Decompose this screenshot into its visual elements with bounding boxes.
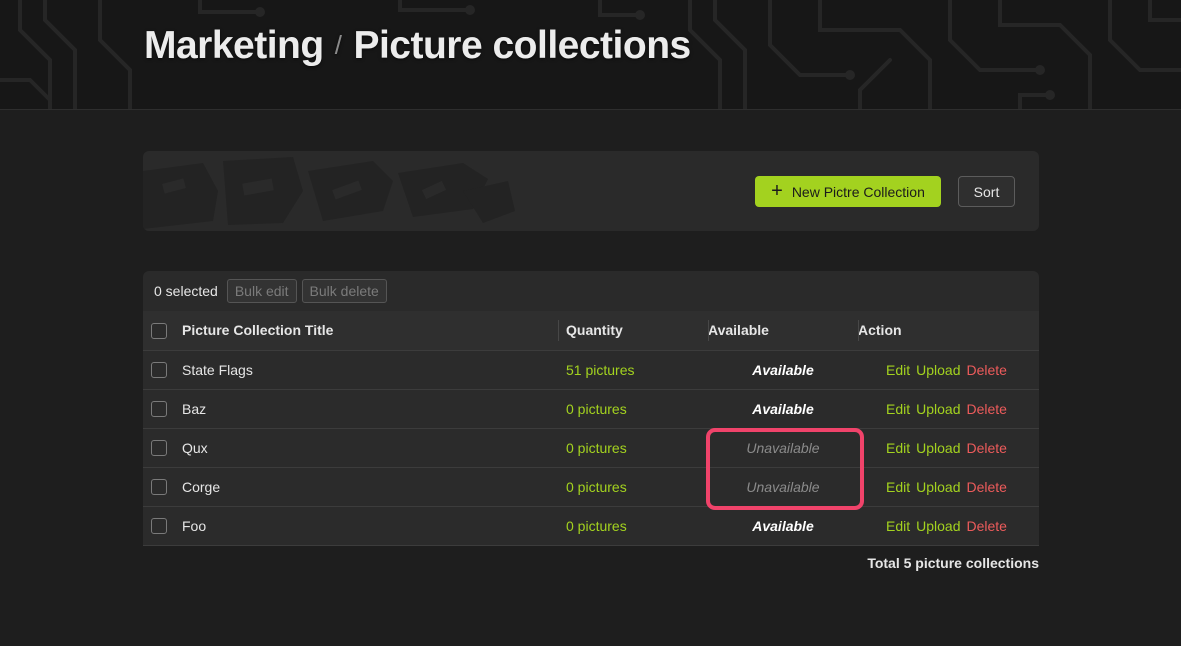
select-all-cell bbox=[143, 311, 175, 351]
table-body: State Flags 51 pictures Available Edit Uploa… bbox=[143, 350, 1039, 546]
edit-link[interactable]: Edit bbox=[886, 479, 910, 495]
table-row: Foo 0 pictures Available Edit Upload Delete bbox=[143, 506, 1039, 546]
total-count: Total 5 picture collections bbox=[867, 555, 1039, 571]
page-header: Marketing / Picture collections bbox=[0, 0, 1181, 110]
quantity-cell: 0 pictures bbox=[558, 389, 708, 429]
row-checkbox[interactable] bbox=[151, 401, 167, 418]
toolbar-card: + New Pictre Collection Sort bbox=[143, 151, 1039, 231]
quantity-link[interactable]: 0 pictures bbox=[566, 440, 627, 456]
collection-title: Foo bbox=[175, 506, 558, 546]
availability-cell: Unavailable bbox=[708, 428, 858, 468]
upload-link[interactable]: Upload bbox=[916, 362, 960, 378]
plus-icon: + bbox=[771, 179, 783, 202]
breadcrumb-parent[interactable]: Marketing bbox=[144, 24, 324, 68]
column-header-title[interactable]: Picture Collection Title bbox=[175, 311, 558, 351]
table-row: State Flags 51 pictures Available Edit Uploa… bbox=[143, 350, 1039, 390]
row-checkbox[interactable] bbox=[151, 440, 167, 457]
edit-link[interactable]: Edit bbox=[886, 362, 910, 378]
column-header-action: Action bbox=[858, 311, 1039, 351]
availability-status: Available bbox=[752, 517, 814, 534]
column-header-available[interactable]: Available bbox=[708, 311, 858, 351]
row-select-cell bbox=[143, 350, 175, 390]
action-cell: Edit Upload Delete bbox=[858, 389, 1039, 429]
edit-link[interactable]: Edit bbox=[886, 401, 910, 417]
table-header-row: Picture Collection Title Quantity Availa… bbox=[143, 311, 1039, 351]
quantity-cell: 0 pictures bbox=[558, 506, 708, 546]
sort-button[interactable]: Sort bbox=[958, 176, 1015, 207]
upload-link[interactable]: Upload bbox=[916, 479, 960, 495]
action-cell: Edit Upload Delete bbox=[858, 506, 1039, 546]
quantity-cell: 0 pictures bbox=[558, 467, 708, 507]
quantity-cell: 0 pictures bbox=[558, 428, 708, 468]
breadcrumb-separator: / bbox=[334, 30, 342, 60]
selected-count: 0 selected bbox=[154, 283, 218, 299]
bulk-edit-button[interactable]: Bulk edit bbox=[226, 279, 297, 303]
action-cell: Edit Upload Delete bbox=[858, 428, 1039, 468]
availability-cell: Available bbox=[708, 350, 858, 390]
select-all-checkbox[interactable] bbox=[151, 322, 167, 339]
row-select-cell bbox=[143, 506, 175, 546]
row-select-cell bbox=[143, 467, 175, 507]
quantity-link[interactable]: 0 pictures bbox=[566, 518, 627, 534]
row-checkbox[interactable] bbox=[151, 362, 167, 379]
delete-link[interactable]: Delete bbox=[967, 518, 1007, 534]
collections-table: Picture Collection Title Quantity Availa… bbox=[143, 311, 1039, 546]
quantity-link[interactable]: 51 pictures bbox=[566, 362, 634, 378]
page-title: Picture collections bbox=[353, 24, 691, 67]
availability-cell: Unavailable bbox=[708, 467, 858, 507]
row-select-cell bbox=[143, 389, 175, 429]
delete-link[interactable]: Delete bbox=[967, 479, 1007, 495]
quantity-link[interactable]: 0 pictures bbox=[566, 401, 627, 417]
breadcrumb: Marketing / Picture collections bbox=[144, 24, 691, 68]
upload-link[interactable]: Upload bbox=[916, 440, 960, 456]
quantity-cell: 51 pictures bbox=[558, 350, 708, 390]
table-row: Corge 0 pictures Unavailable Edit Upload Dele… bbox=[143, 467, 1039, 507]
action-cell: Edit Upload Delete bbox=[858, 467, 1039, 507]
delete-link[interactable]: Delete bbox=[967, 362, 1007, 378]
edit-link[interactable]: Edit bbox=[886, 518, 910, 534]
row-checkbox[interactable] bbox=[151, 479, 167, 496]
edit-link[interactable]: Edit bbox=[886, 440, 910, 456]
delete-link[interactable]: Delete bbox=[967, 440, 1007, 456]
collection-title: Corge bbox=[175, 467, 558, 507]
collections-table-card: 0 selected Bulk edit Bulk delete Picture… bbox=[143, 271, 1039, 546]
quantity-link[interactable]: 0 pictures bbox=[566, 479, 627, 495]
bulk-action-bar: 0 selected Bulk edit Bulk delete bbox=[143, 271, 1039, 311]
upload-link[interactable]: Upload bbox=[916, 401, 960, 417]
table-row: Qux 0 pictures Unavailable Edit Upload Delete bbox=[143, 428, 1039, 468]
brand-watermark-logo bbox=[143, 157, 515, 229]
bulk-delete-button[interactable]: Bulk delete bbox=[301, 279, 387, 303]
new-picture-collection-button[interactable]: + New Pictre Collection bbox=[755, 176, 941, 207]
availability-status: Available bbox=[752, 361, 814, 378]
delete-link[interactable]: Delete bbox=[967, 401, 1007, 417]
collection-title: State Flags bbox=[175, 350, 558, 390]
row-select-cell bbox=[143, 428, 175, 468]
availability-status: Available bbox=[752, 400, 814, 417]
new-picture-collection-label: New Pictre Collection bbox=[791, 183, 925, 200]
table-row: Baz 0 pictures Available Edit Upload Delete bbox=[143, 389, 1039, 429]
column-header-quantity[interactable]: Quantity bbox=[558, 311, 708, 351]
availability-cell: Available bbox=[708, 389, 858, 429]
row-checkbox[interactable] bbox=[151, 518, 167, 535]
availability-status: Unavailable bbox=[746, 439, 820, 456]
action-cell: Edit Upload Delete bbox=[858, 350, 1039, 390]
availability-status: Unavailable bbox=[746, 478, 820, 495]
upload-link[interactable]: Upload bbox=[916, 518, 960, 534]
collection-title: Qux bbox=[175, 428, 558, 468]
collection-title: Baz bbox=[175, 389, 558, 429]
availability-cell: Available bbox=[708, 506, 858, 546]
